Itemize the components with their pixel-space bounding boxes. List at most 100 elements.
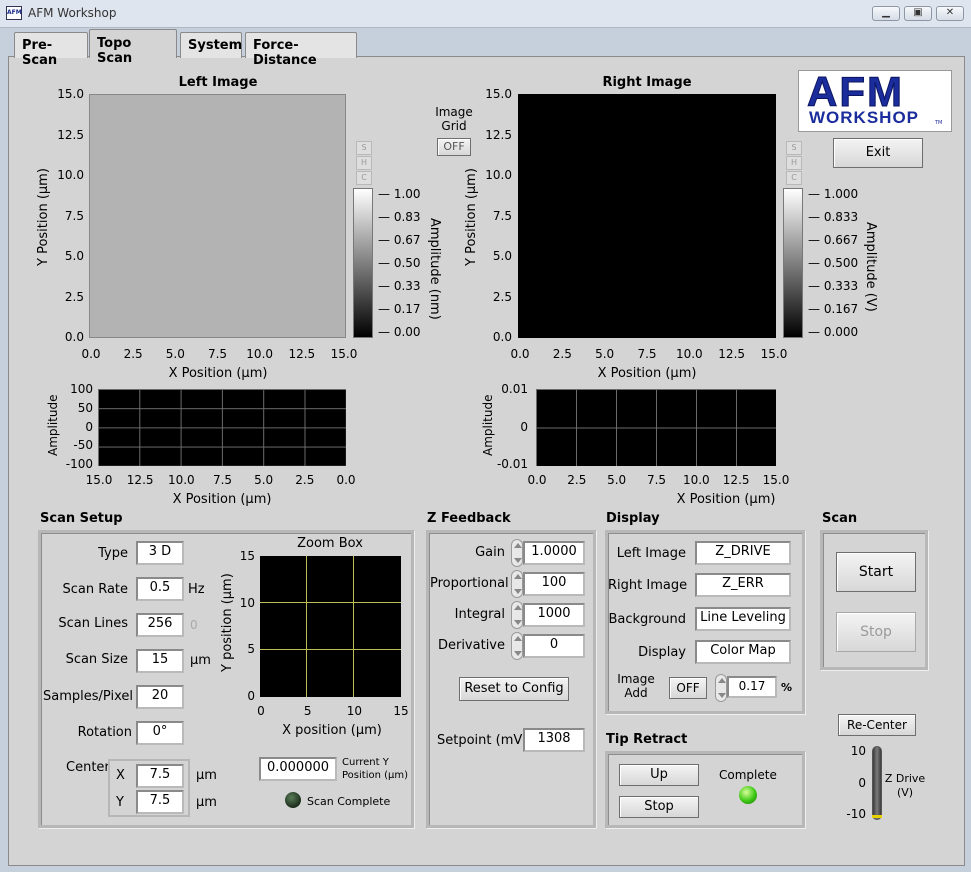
close-button[interactable]: ✕ — [936, 6, 964, 21]
colorbar-tick-label: — 0.333 — [808, 279, 859, 293]
derivative-field[interactable]: 0 — [523, 634, 585, 658]
y-tick-label: -0.01 — [496, 457, 528, 471]
image-grid-toggle[interactable]: OFF — [437, 138, 471, 156]
left-colorbar[interactable] — [353, 188, 373, 338]
display-mode-field[interactable]: Color Map — [695, 640, 791, 664]
scan-rate-field[interactable]: 0.5 — [136, 577, 184, 601]
zoom-box-title: Zoom Box — [297, 536, 363, 551]
tab-topo-scan[interactable]: Topo Scan — [89, 29, 177, 66]
left-image-x-label: X Position (µm) — [168, 366, 268, 381]
y-tick-label: 15.0 — [57, 87, 84, 101]
scan-start-button[interactable]: Start — [836, 552, 916, 592]
y-tick-label: 0 — [247, 689, 255, 703]
tip-complete-label: Complete — [719, 768, 777, 782]
scale-h-button[interactable]: H — [356, 156, 372, 170]
zoom-box-plot[interactable] — [260, 556, 401, 697]
maximize-button[interactable]: ▣ — [904, 6, 932, 21]
center-x-field[interactable]: 7.5 — [136, 764, 184, 788]
image-add-field[interactable]: 0.17 — [727, 676, 777, 698]
scale-s-button[interactable]: S — [356, 141, 372, 155]
tab-system[interactable]: System — [180, 32, 242, 58]
x-tick-label: 0.0 — [527, 473, 547, 487]
x-tick-label: 12.5 — [288, 347, 316, 361]
derivative-stepper[interactable] — [511, 632, 523, 660]
scale-c-button-right[interactable]: C — [786, 171, 802, 185]
right-image-y-label: Y Position (µm) — [464, 168, 479, 266]
integral-stepper[interactable] — [511, 601, 523, 629]
right-colorbar[interactable] — [783, 188, 803, 338]
tip-up-button[interactable]: Up — [619, 764, 699, 786]
center-y-label: Y — [116, 795, 124, 810]
left-colorbar-label: Amplitude (nm) — [427, 218, 442, 320]
x-tick-label: 7.5 — [207, 347, 228, 361]
type-field[interactable]: 3 D — [136, 541, 184, 565]
tab-force-distance[interactable]: Force-Distance — [245, 32, 357, 68]
y-tick-label: 2.5 — [492, 289, 512, 304]
scan-rate-label: Scan Rate — [62, 582, 128, 597]
current-y-label: Current Y Position (µm) — [342, 757, 409, 781]
z-feedback-title: Z Feedback — [427, 511, 511, 526]
y-tick-label: 12.5 — [485, 127, 512, 142]
exit-button[interactable]: Exit — [833, 138, 923, 168]
scan-size-field[interactable]: 15 — [136, 649, 184, 673]
gain-field[interactable]: 1.0000 — [523, 541, 585, 565]
zoom-box-y-label: Y position (µm) — [220, 573, 235, 672]
integral-field[interactable]: 1000 — [523, 603, 585, 627]
right-image-plot[interactable] — [518, 94, 776, 338]
tip-stop-button[interactable]: Stop — [619, 796, 699, 818]
scale-h-button-right[interactable]: H — [786, 156, 802, 170]
reset-to-config-button[interactable]: Reset to Config — [459, 677, 569, 701]
scan-stop-button[interactable]: Stop — [836, 612, 916, 652]
z-drive-label: Z Drive (V) — [884, 772, 926, 799]
left-image-source-field[interactable]: Z_DRIVE — [695, 541, 791, 565]
scan-complete-label: Scan Complete — [307, 795, 391, 808]
x-tick-label: 15.0 — [762, 473, 790, 487]
x-tick-label: 0 — [257, 704, 265, 718]
left-image-plot[interactable] — [89, 94, 346, 338]
setpoint-label: Setpoint (mV) — [437, 733, 528, 748]
x-tick-label: 10.0 — [682, 473, 710, 487]
x-tick-label: 2.5 — [552, 347, 572, 361]
samples-pixel-field[interactable]: 20 — [136, 685, 184, 709]
y-tick-label: 0.0 — [64, 330, 84, 344]
colorbar-tick-label: — 0.17 — [378, 302, 421, 316]
left-profile-x-label: X Position (µm) — [172, 492, 272, 507]
scan-size-label: Scan Size — [65, 652, 128, 667]
re-center-button[interactable]: Re-Center — [838, 714, 916, 736]
image-add-toggle[interactable]: OFF — [669, 677, 707, 699]
x-tick-label: 0.0 — [510, 347, 530, 361]
left-profile-plot[interactable] — [98, 389, 346, 466]
scale-c-button[interactable]: C — [356, 171, 372, 185]
scan-lines-field[interactable]: 256 — [136, 613, 184, 637]
x-tick-label: 5.0 — [254, 473, 274, 487]
proportional-field[interactable]: 100 — [523, 572, 585, 596]
x-tick-label: 12.5 — [718, 347, 746, 361]
minimize-button[interactable]: ▁ — [872, 6, 900, 21]
left-image-title: Left Image — [178, 75, 258, 90]
proportional-stepper[interactable] — [511, 570, 523, 598]
setpoint-field[interactable]: 1308 — [523, 728, 585, 752]
background-field[interactable]: Line Leveling — [695, 607, 791, 631]
x-tick-label: 7.5 — [646, 473, 667, 487]
right-image-source-field[interactable]: Z_ERR — [695, 573, 791, 597]
tab-pre-scan[interactable]: Pre-Scan — [14, 32, 88, 68]
right-profile-plot[interactable] — [536, 389, 776, 466]
integral-label: Integral — [454, 607, 505, 622]
center-label: Center — [66, 760, 110, 775]
scale-s-button-right[interactable]: S — [786, 141, 802, 155]
scan-lines-indicator: 0 — [190, 618, 198, 632]
gain-stepper[interactable] — [511, 539, 523, 567]
y-tick-label: 15 — [239, 549, 255, 563]
center-y-field[interactable]: 7.5 — [136, 790, 184, 814]
rotation-field[interactable]: 0° — [136, 721, 184, 745]
current-y-position-field: 0.000000 — [259, 757, 337, 781]
x-tick-label: 10.0 — [246, 347, 274, 361]
x-tick-label: 15.0 — [760, 347, 788, 361]
image-add-stepper[interactable] — [715, 674, 727, 702]
z-drive-tick-label: 10 — [850, 744, 866, 758]
proportional-label: Proportional — [430, 576, 509, 591]
left-profile-y-label: Amplitude — [46, 394, 60, 457]
x-tick-label: 10 — [346, 704, 362, 718]
right-profile-x-label: X Position (µm) — [676, 492, 776, 507]
z-drive-level — [872, 815, 882, 818]
